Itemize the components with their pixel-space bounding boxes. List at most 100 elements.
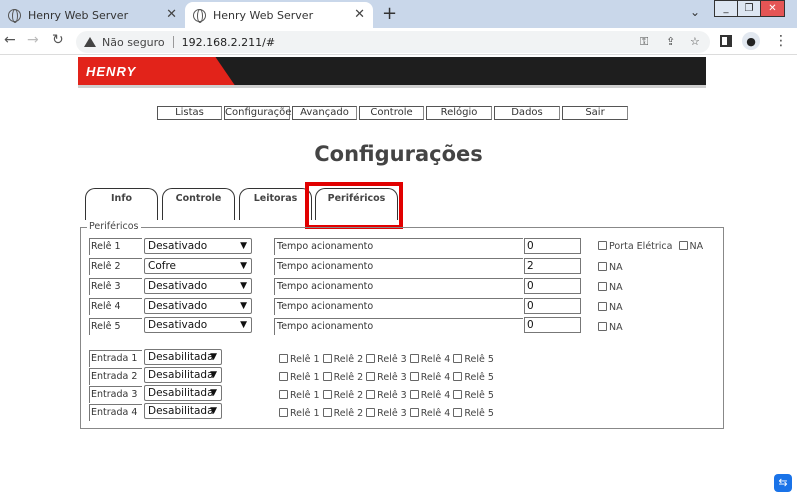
- rele-label: Relê 3: [89, 278, 142, 295]
- menu-controle[interactable]: Controle: [359, 106, 424, 120]
- na-checkbox[interactable]: [598, 262, 607, 271]
- chevron-down-icon: ▼: [210, 406, 217, 416]
- remote-support-icon[interactable]: ⇆: [774, 474, 792, 492]
- entrada-mode-select[interactable]: Desabilitada ▼: [144, 349, 222, 365]
- select-value: Desabilitada: [148, 387, 214, 399]
- more-menu-icon[interactable]: ⋮: [774, 33, 788, 49]
- entrada-mode-select[interactable]: Desabilitada ▼: [144, 385, 222, 401]
- select-value: Desativado: [148, 300, 208, 312]
- profile-icon[interactable]: ●: [742, 32, 760, 50]
- divider: [172, 36, 174, 48]
- checkbox-label: Relê 2: [333, 408, 364, 419]
- time-input[interactable]: 0: [524, 298, 581, 314]
- share-icon[interactable]: ⇪: [666, 35, 675, 48]
- na-checkbox[interactable]: [598, 322, 607, 331]
- checkbox-label: Relê 4: [420, 408, 451, 419]
- new-tab-button[interactable]: +: [382, 3, 397, 24]
- chevron-down-icon: ▼: [210, 370, 217, 380]
- time-input[interactable]: 0: [524, 317, 581, 333]
- time-input[interactable]: 2: [524, 258, 581, 274]
- rele-checkbox[interactable]: [409, 390, 419, 399]
- rele-mode-select[interactable]: Desativado ▼: [144, 278, 252, 294]
- rele-checkbox[interactable]: [366, 354, 376, 363]
- time-input[interactable]: 0: [524, 278, 581, 294]
- checkbox-label: Porta Elétrica: [609, 241, 673, 252]
- checkbox-label: Relê 2: [333, 372, 364, 383]
- rele-mode-select[interactable]: Desativado ▼: [144, 238, 252, 254]
- rele-checkbox[interactable]: [366, 408, 376, 417]
- checkbox-label: Relê 4: [420, 390, 451, 401]
- star-icon[interactable]: ☆: [690, 35, 700, 48]
- rele-mode-select[interactable]: Desativado ▼: [144, 317, 252, 333]
- not-secure-label: Não seguro: [102, 35, 165, 49]
- rele-options: NA: [598, 262, 626, 273]
- entrada-label: Entrada 2: [89, 368, 142, 385]
- reload-icon[interactable]: ↻: [52, 32, 64, 48]
- rele-checkbox[interactable]: [453, 390, 463, 399]
- rele-checkbox[interactable]: [279, 390, 288, 399]
- minimize-button[interactable]: _: [714, 0, 738, 17]
- chevron-down-icon: ▼: [210, 352, 217, 362]
- menu-sair[interactable]: Sair: [562, 106, 628, 120]
- rele-checkbox[interactable]: [453, 372, 463, 381]
- rele-mode-select[interactable]: Cofre ▼: [144, 258, 252, 274]
- menu-configuracoes[interactable]: Configurações: [224, 106, 297, 120]
- main-menu: Listas Configurações Avançado Controle R…: [157, 106, 628, 120]
- key-icon[interactable]: ⚿: [640, 35, 648, 49]
- menu-listas[interactable]: Listas: [157, 106, 222, 120]
- address-bar[interactable]: Não seguro 192.168.2.211/# ⚿ ⇪ ☆: [76, 31, 710, 53]
- rele-checkbox[interactable]: [453, 354, 463, 363]
- rele-checkbox[interactable]: [322, 408, 332, 417]
- menu-avancado[interactable]: Avançado: [292, 106, 357, 120]
- rele-checkbox[interactable]: [279, 372, 288, 381]
- time-input[interactable]: 0: [524, 238, 581, 254]
- entrada-label: Entrada 1: [89, 350, 142, 367]
- browser-tab[interactable]: Henry Web Server ✕: [0, 2, 185, 28]
- checkbox-label: Relê 5: [464, 372, 494, 383]
- entrada-label: Entrada 4: [89, 404, 142, 421]
- rele-checkbox[interactable]: [322, 390, 332, 399]
- porta-eletrica-checkbox[interactable]: [598, 241, 607, 250]
- chevron-down-icon[interactable]: ⌄: [690, 5, 700, 19]
- rele-checkbox[interactable]: [409, 408, 419, 417]
- entrada-mode-select[interactable]: Desabilitada ▼: [144, 367, 222, 383]
- chevron-down-icon: ▼: [240, 261, 247, 271]
- time-label: Tempo acionamento: [274, 258, 523, 275]
- logo-text: HENRY: [86, 64, 137, 79]
- na-checkbox[interactable]: [598, 302, 607, 311]
- tab-leitoras[interactable]: Leitoras: [239, 188, 312, 220]
- menu-dados[interactable]: Dados: [494, 106, 560, 120]
- forward-icon[interactable]: →: [27, 32, 39, 48]
- close-window-button[interactable]: ✕: [760, 0, 785, 17]
- checkbox-label: Relê 4: [420, 372, 451, 383]
- browser-tab-active[interactable]: Henry Web Server ✕: [185, 2, 373, 28]
- rele-checkbox[interactable]: [453, 408, 463, 417]
- time-label: Tempo acionamento: [274, 238, 523, 255]
- side-panel-icon[interactable]: [720, 35, 732, 47]
- fieldset-legend: Periféricos: [87, 221, 141, 232]
- na-checkbox[interactable]: [598, 282, 607, 291]
- rele-checkbox[interactable]: [409, 354, 419, 363]
- entrada-mode-select[interactable]: Desabilitada ▼: [144, 403, 222, 419]
- checkbox-label: Relê 1: [290, 354, 320, 365]
- na-checkbox[interactable]: [678, 241, 688, 250]
- rele-checkbox[interactable]: [279, 408, 288, 417]
- select-value: Desativado: [148, 280, 208, 292]
- back-icon[interactable]: ←: [4, 32, 16, 48]
- menu-relogio[interactable]: Relógio: [426, 106, 492, 120]
- rele-checkbox[interactable]: [409, 372, 419, 381]
- tab-controle[interactable]: Controle: [162, 188, 235, 220]
- rele-checkbox[interactable]: [322, 354, 332, 363]
- rele-checkbox[interactable]: [322, 372, 332, 381]
- rele-mode-select[interactable]: Desativado ▼: [144, 298, 252, 314]
- entrada-rele-options: Relê 1 Relê 2 Relê 3 Relê 4 Relê 5: [279, 390, 497, 401]
- rele-checkbox[interactable]: [366, 372, 376, 381]
- restore-button[interactable]: ❐: [737, 0, 761, 17]
- url-text[interactable]: 192.168.2.211/#: [182, 36, 275, 49]
- close-icon[interactable]: ✕: [354, 7, 365, 22]
- chevron-down-icon: ▼: [240, 301, 247, 311]
- tab-info[interactable]: Info: [85, 188, 158, 220]
- close-icon[interactable]: ✕: [166, 7, 177, 22]
- rele-checkbox[interactable]: [366, 390, 376, 399]
- rele-checkbox[interactable]: [279, 354, 288, 363]
